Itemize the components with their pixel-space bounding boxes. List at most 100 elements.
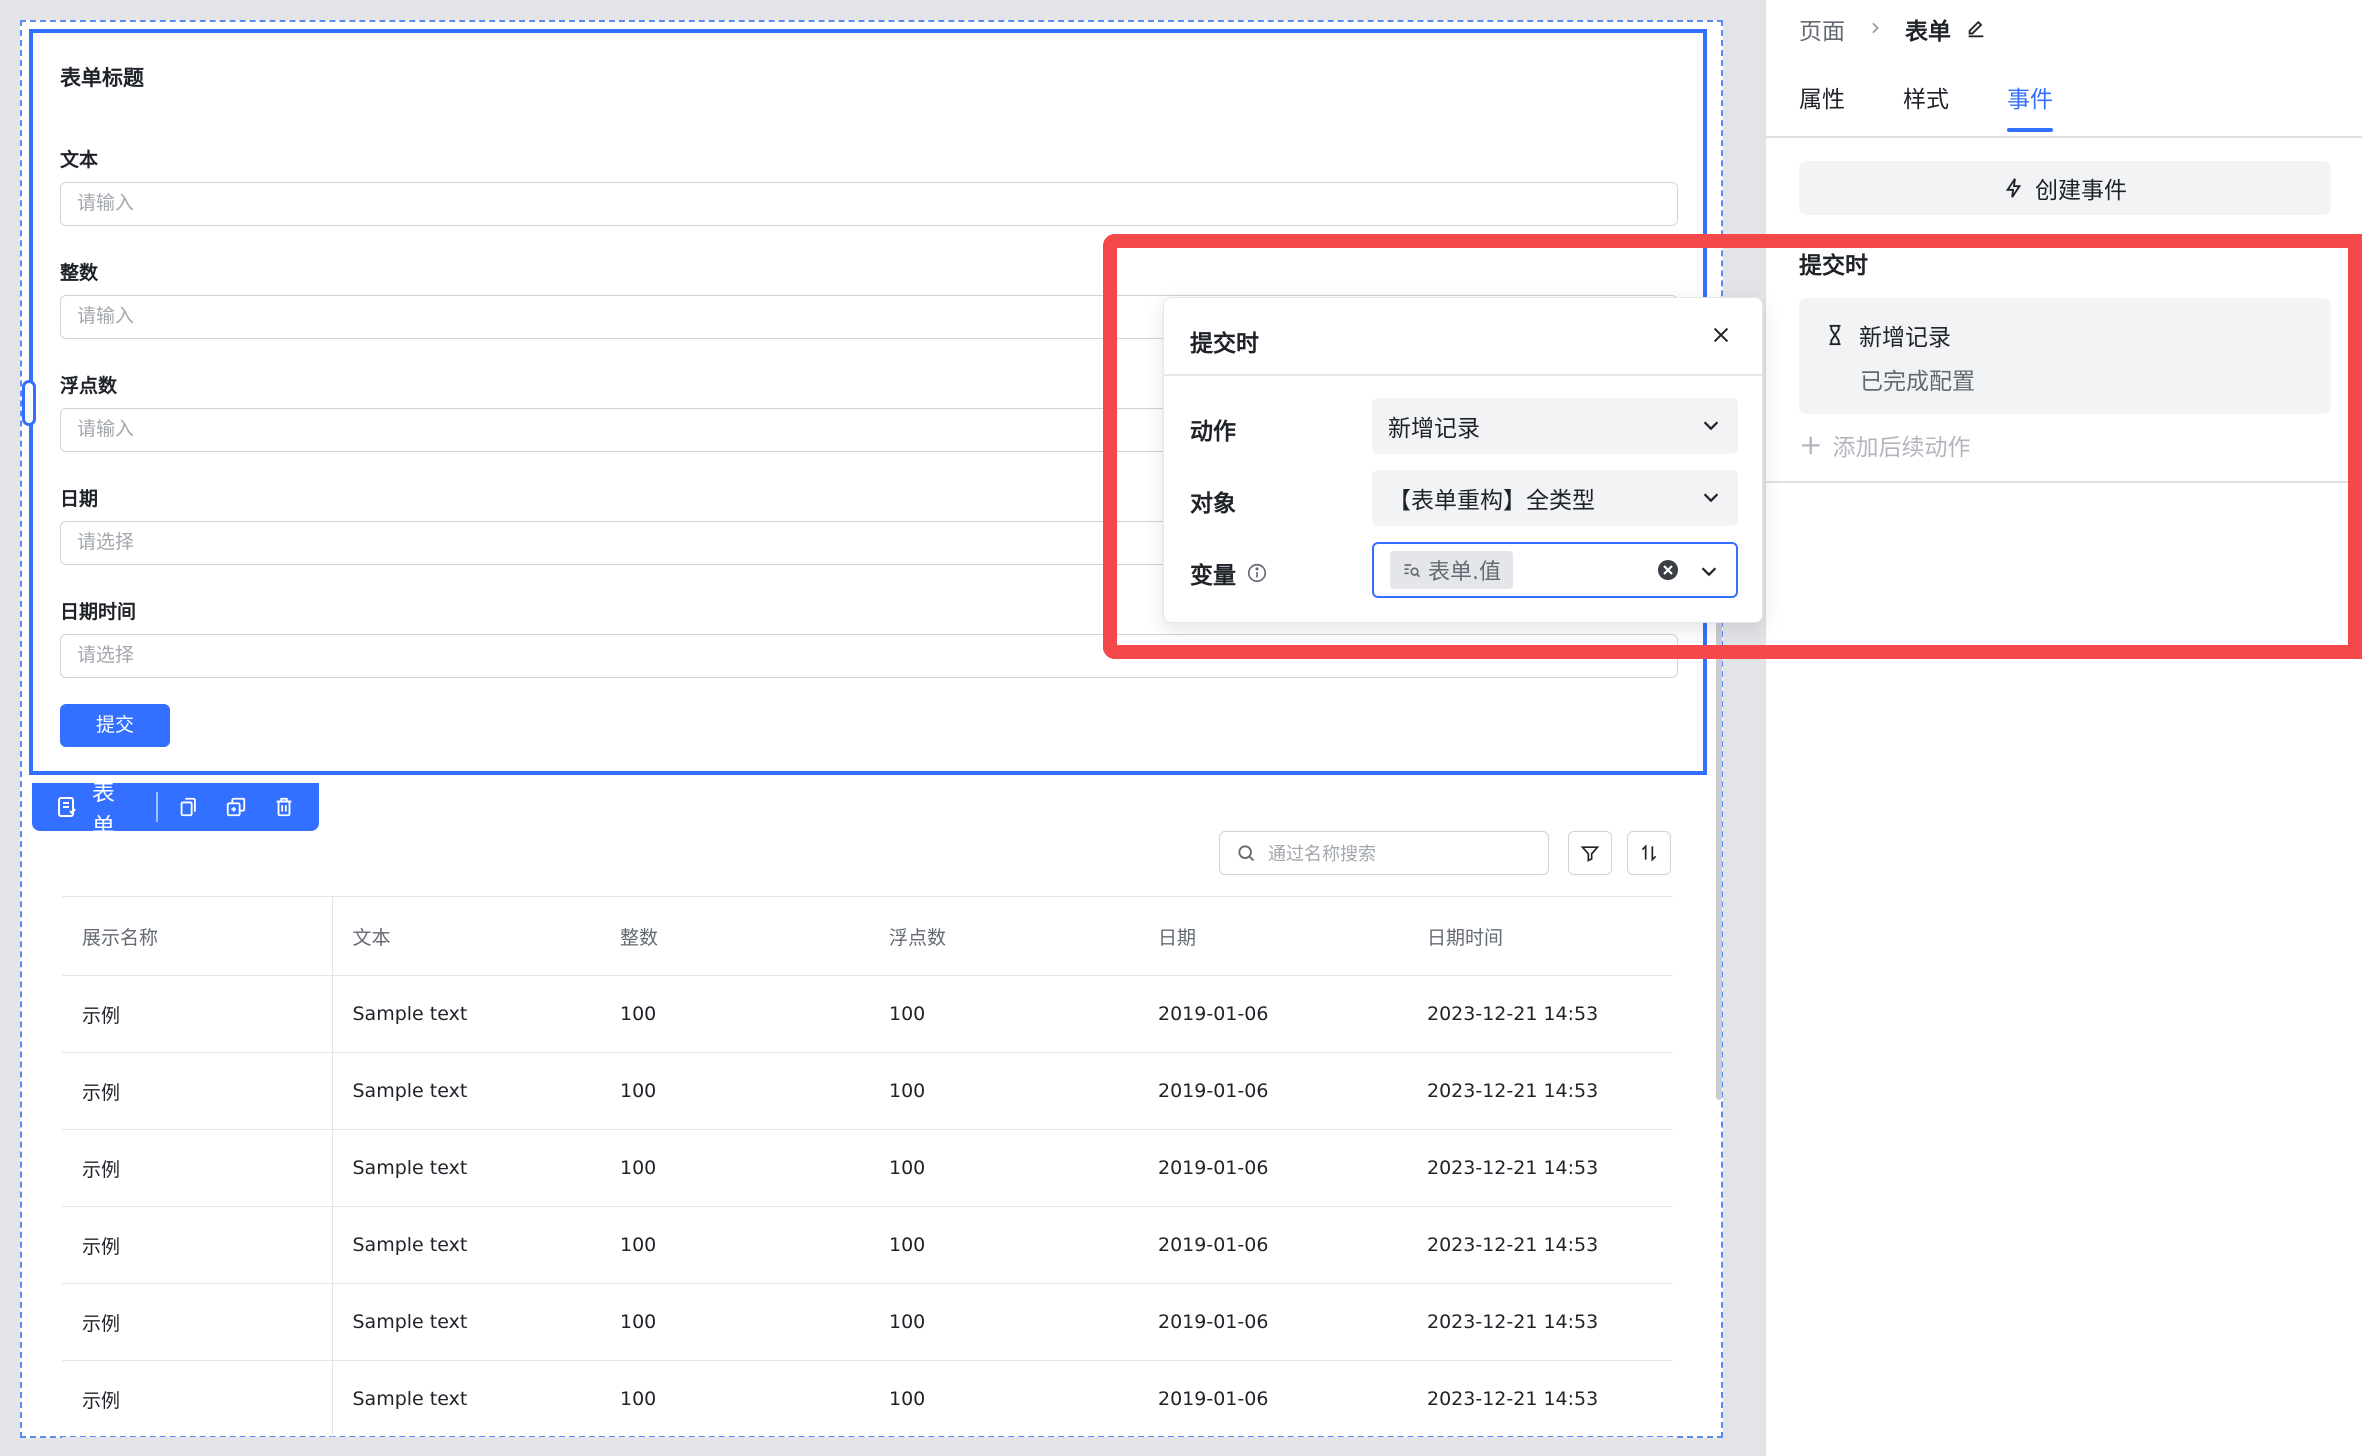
table-cell: 2023-12-21 14:53 (1407, 1206, 1673, 1284)
resize-handle[interactable] (22, 380, 36, 426)
table-cell: 示例 (62, 1129, 333, 1207)
table-cell: 示例 (62, 1206, 333, 1284)
table-cell: 2023-12-21 14:53 (1407, 1360, 1673, 1438)
table-cell: 100 (600, 1360, 869, 1438)
table-cell: Sample text (332, 975, 600, 1053)
info-icon[interactable] (1246, 562, 1268, 584)
event-trigger-heading: 提交时 (1799, 253, 1868, 279)
event-config-popover: 提交时 动作 新增记录 对象 【表单重构】全类型 变量 表单.值 (1163, 297, 1763, 623)
sort-button[interactable] (1627, 831, 1671, 875)
form-title: 表单标题 (60, 66, 144, 90)
component-name: 表单 (91, 780, 115, 840)
object-select-value: 【表单重构】全类型 (1388, 488, 1595, 514)
chevron-down-icon (1698, 560, 1720, 582)
column-header[interactable]: 日期时间 (1407, 896, 1673, 976)
add-follow-up-action[interactable]: + 添加后续动作 (1799, 428, 1970, 462)
variable-select[interactable]: 表单.值 (1372, 542, 1738, 598)
submit-button[interactable]: 提交 (60, 704, 170, 747)
popover-divider (1164, 374, 1762, 376)
variable-tag-label: 表单.值 (1428, 560, 1501, 585)
table-cell: 100 (869, 1283, 1138, 1361)
table-cell: 100 (600, 1283, 869, 1361)
event-action-card[interactable]: 新增记录 已完成配置 (1799, 298, 2331, 414)
column-header[interactable]: 整数 (600, 896, 869, 976)
table-cell: 100 (869, 975, 1138, 1053)
event-action-status: 已完成配置 (1860, 369, 1975, 395)
table-row[interactable]: 示例 Sample text 100 100 2019-01-06 2023-1… (62, 1129, 1673, 1207)
table-row[interactable]: 示例 Sample text 100 100 2019-01-06 2023-1… (62, 1052, 1673, 1130)
panel-tabs: 属性 样式 事件 (1799, 80, 2111, 132)
table-cell: 100 (600, 1206, 869, 1284)
table-cell: 2023-12-21 14:53 (1407, 1283, 1673, 1361)
action-label: 动作 (1190, 419, 1236, 445)
column-header[interactable]: 浮点数 (869, 896, 1138, 976)
column-header[interactable]: 展示名称 (62, 896, 333, 976)
close-icon[interactable] (1708, 322, 1734, 348)
action-select[interactable]: 新增记录 (1372, 398, 1738, 454)
component-toolbar: 表单 (32, 780, 319, 840)
table-cell: 示例 (62, 1052, 333, 1130)
properties-panel: 页面 表单 属性 样式 事件 创建事件 提交时 新增记录 已完成配置 + 添加后… (1765, 0, 2362, 1456)
table-cell: Sample text (332, 1052, 600, 1130)
column-header[interactable]: 日期 (1138, 896, 1407, 976)
plus-icon: + (1799, 428, 1823, 461)
table-cell: 100 (600, 975, 869, 1053)
object-select[interactable]: 【表单重构】全类型 (1372, 470, 1738, 526)
table-cell: 100 (869, 1360, 1138, 1438)
chevron-right-icon (1867, 17, 1883, 41)
table-cell: 100 (600, 1129, 869, 1207)
clear-icon[interactable] (1656, 558, 1680, 582)
delete-icon[interactable] (271, 794, 297, 820)
filter-button[interactable] (1568, 831, 1612, 875)
field-label-datetime: 日期时间 (60, 601, 137, 623)
table-cell: 2019-01-06 (1138, 1052, 1407, 1130)
object-label: 对象 (1190, 491, 1236, 517)
tab-properties[interactable]: 属性 (1799, 80, 1845, 132)
table-search-input[interactable]: 通过名称搜索 (1219, 831, 1549, 875)
table-row[interactable]: 示例 Sample text 100 100 2019-01-06 2023-1… (62, 1283, 1673, 1361)
variable-label-row: 变量 (1190, 556, 1268, 590)
table-cell: 示例 (62, 1283, 333, 1361)
table-cell: 100 (600, 1052, 869, 1130)
data-table: 展示名称 文本 整数 浮点数 日期 日期时间 示例 Sample text 10… (62, 896, 1673, 1438)
variable-tag: 表单.值 (1390, 551, 1513, 589)
column-header[interactable]: 文本 (332, 896, 600, 976)
search-icon (1236, 843, 1256, 863)
tabs-divider (1766, 136, 2362, 138)
breadcrumb-page[interactable]: 页面 (1799, 12, 1845, 46)
tab-events[interactable]: 事件 (2007, 80, 2053, 132)
form-icon (54, 794, 80, 820)
breadcrumb-current: 表单 (1905, 19, 1951, 45)
toolbar-divider (155, 792, 158, 822)
table-cell: Sample text (332, 1129, 600, 1207)
filter-icon (1580, 843, 1600, 863)
canvas-scrollbar[interactable] (1716, 560, 1722, 1100)
search-placeholder: 通过名称搜索 (1268, 844, 1376, 865)
table-cell: Sample text (332, 1360, 600, 1438)
action-select-value: 新增记录 (1388, 416, 1480, 442)
table-cell: 100 (869, 1052, 1138, 1130)
editor-canvas: 表单标题 文本 请输入 整数 请输入 浮点数 请输入 日期 请选择 日期时间 请… (0, 0, 1765, 1456)
text-input[interactable]: 请输入 (60, 182, 1678, 226)
field-label-integer: 整数 (60, 262, 99, 284)
table-row[interactable]: 示例 Sample text 100 100 2019-01-06 2023-1… (62, 1206, 1673, 1284)
table-row[interactable]: 示例 Sample text 100 100 2019-01-06 2023-1… (62, 1360, 1673, 1438)
breadcrumb: 页面 表单 (1799, 12, 1987, 46)
table-cell: 100 (869, 1129, 1138, 1207)
variable-search-icon (1402, 560, 1422, 580)
table-cell: 示例 (62, 975, 333, 1053)
sort-icon (1639, 843, 1659, 863)
variable-label: 变量 (1190, 563, 1236, 589)
datetime-picker[interactable]: 请选择 (60, 634, 1678, 678)
tab-style[interactable]: 样式 (1903, 80, 1949, 132)
table-cell: 2019-01-06 (1138, 1360, 1407, 1438)
table-cell: 2023-12-21 14:53 (1407, 1052, 1673, 1130)
table-cell: Sample text (332, 1283, 600, 1361)
table-row[interactable]: 示例 Sample text 100 100 2019-01-06 2023-1… (62, 975, 1673, 1053)
table-header-row: 展示名称 文本 整数 浮点数 日期 日期时间 (62, 896, 1673, 976)
copy-icon[interactable] (176, 794, 202, 820)
field-label-text: 文本 (60, 149, 99, 171)
create-event-button[interactable]: 创建事件 (1799, 161, 2331, 215)
duplicate-icon[interactable] (223, 794, 249, 820)
edit-icon[interactable] (1965, 18, 1987, 40)
